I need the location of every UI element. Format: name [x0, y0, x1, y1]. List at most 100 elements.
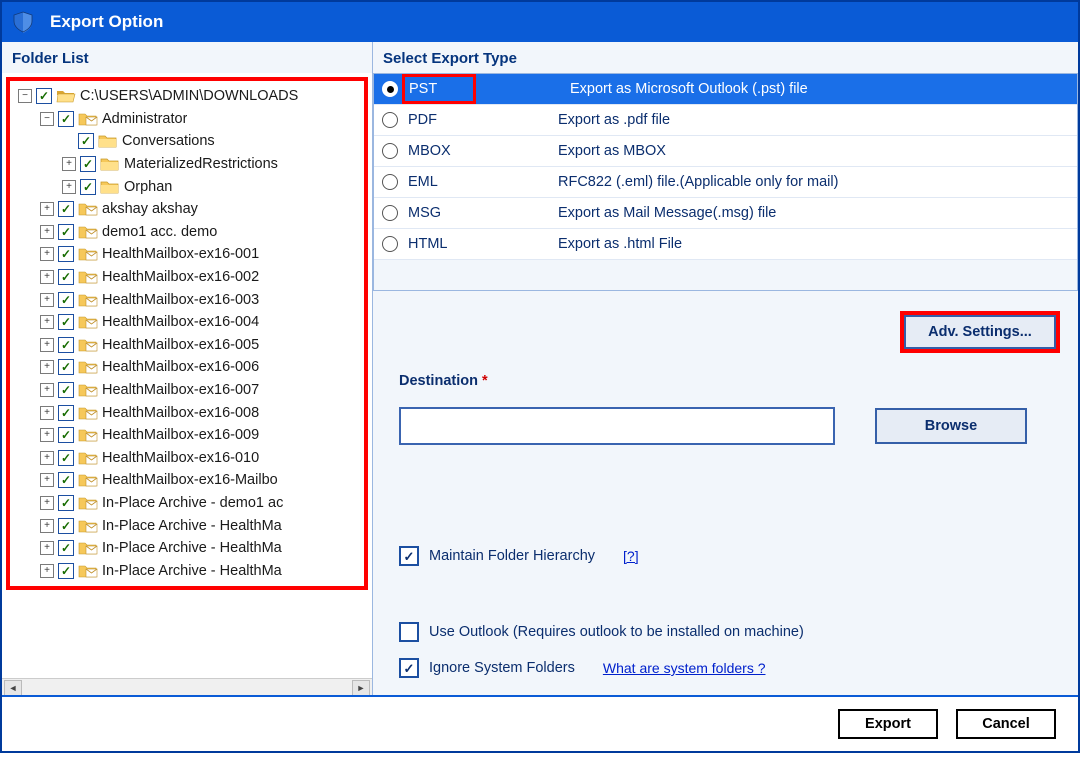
- expand-icon[interactable]: +: [40, 270, 54, 284]
- tree-item-checkbox[interactable]: [58, 246, 74, 262]
- expand-icon[interactable]: +: [40, 383, 54, 397]
- export-type-row-html[interactable]: HTMLExport as .html File: [374, 229, 1077, 260]
- expand-icon[interactable]: +: [40, 496, 54, 510]
- expand-icon[interactable]: +: [62, 180, 76, 194]
- tree-item-checkbox[interactable]: [58, 337, 74, 353]
- scroll-right-icon[interactable]: ►: [352, 680, 370, 696]
- export-type-radio[interactable]: [382, 174, 398, 190]
- export-type-row-eml[interactable]: EMLRFC822 (.eml) file.(Applicable only f…: [374, 167, 1077, 198]
- expand-icon[interactable]: +: [40, 519, 54, 533]
- expand-icon[interactable]: +: [40, 428, 54, 442]
- tree-item-checkbox[interactable]: [58, 472, 74, 488]
- tree-item[interactable]: + In-Place Archive - HealthMa: [12, 514, 362, 537]
- tree-item[interactable]: +MaterializedRestrictions: [12, 153, 362, 176]
- maintain-hierarchy-checkbox[interactable]: [399, 546, 419, 566]
- tree-item[interactable]: +HealthMailbox-ex16-005: [12, 334, 362, 357]
- tree-item-label: HealthMailbox-ex16-Mailbo: [102, 472, 278, 488]
- use-outlook-checkbox[interactable]: [399, 622, 419, 642]
- export-type-radio[interactable]: [382, 112, 398, 128]
- export-type-radio[interactable]: [382, 143, 398, 159]
- tree-item[interactable]: +HealthMailbox-ex16-008: [12, 401, 362, 424]
- tree-item[interactable]: +HealthMailbox-ex16-004: [12, 311, 362, 334]
- collapse-icon[interactable]: −: [40, 112, 54, 126]
- tree-connector: [62, 135, 74, 147]
- expand-icon[interactable]: +: [40, 541, 54, 555]
- tree-item-label: In-Place Archive - HealthMa: [102, 518, 282, 534]
- adv-settings-button[interactable]: Adv. Settings...: [904, 315, 1056, 349]
- tree-item[interactable]: +Orphan: [12, 175, 362, 198]
- expand-icon[interactable]: +: [40, 293, 54, 307]
- expand-icon[interactable]: +: [40, 451, 54, 465]
- export-type-row-pst[interactable]: PSTExport as Microsoft Outlook (.pst) fi…: [374, 74, 1077, 105]
- tree-item-checkbox[interactable]: [58, 518, 74, 534]
- mailbox-icon: [78, 540, 98, 556]
- tree-item[interactable]: −Administrator: [12, 108, 362, 131]
- ignore-system-checkbox[interactable]: [399, 658, 419, 678]
- expand-icon[interactable]: +: [40, 406, 54, 420]
- tree-item-label: akshay akshay: [102, 201, 198, 217]
- tree-item[interactable]: +In-Place Archive - HealthMa: [12, 537, 362, 560]
- tree-item[interactable]: +HealthMailbox-ex16-006: [12, 356, 362, 379]
- tree-item[interactable]: +In-Place Archive - HealthMa: [12, 559, 362, 582]
- export-type-row-mbox[interactable]: MBOXExport as MBOX: [374, 136, 1077, 167]
- export-type-row-msg[interactable]: MSGExport as Mail Message(.msg) file: [374, 198, 1077, 229]
- tree-item-checkbox[interactable]: [58, 292, 74, 308]
- tree-item-checkbox[interactable]: [78, 133, 94, 149]
- maintain-hierarchy-help-link[interactable]: [?]: [623, 548, 639, 564]
- tree-item-checkbox[interactable]: [58, 314, 74, 330]
- tree-item-checkbox[interactable]: [58, 495, 74, 511]
- expand-icon[interactable]: +: [40, 247, 54, 261]
- tree-item[interactable]: +HealthMailbox-ex16-009: [12, 424, 362, 447]
- expand-icon[interactable]: +: [40, 315, 54, 329]
- tree-item[interactable]: −C:\USERS\ADMIN\DOWNLOADS: [12, 85, 362, 108]
- collapse-icon[interactable]: −: [18, 89, 32, 103]
- system-folders-help-link[interactable]: What are system folders ?: [603, 660, 766, 676]
- folder-tree-scroll[interactable]: −C:\USERS\ADMIN\DOWNLOADS−AdministratorC…: [2, 73, 372, 678]
- cancel-button[interactable]: Cancel: [956, 709, 1056, 739]
- tree-item-checkbox[interactable]: [58, 111, 74, 127]
- tree-item[interactable]: +HealthMailbox-ex16-003: [12, 288, 362, 311]
- tree-item[interactable]: +HealthMailbox-ex16-007: [12, 379, 362, 402]
- expand-icon[interactable]: +: [40, 473, 54, 487]
- tree-item[interactable]: +HealthMailbox-ex16-010: [12, 447, 362, 470]
- scroll-left-icon[interactable]: ◄: [4, 680, 22, 696]
- tree-item-checkbox[interactable]: [58, 359, 74, 375]
- tree-item[interactable]: + akshay akshay: [12, 198, 362, 221]
- export-type-radio[interactable]: [382, 205, 398, 221]
- tree-item-checkbox[interactable]: [80, 156, 96, 172]
- expand-icon[interactable]: +: [40, 225, 54, 239]
- export-type-radio[interactable]: [382, 81, 398, 97]
- tree-item-checkbox[interactable]: [58, 405, 74, 421]
- expand-icon[interactable]: +: [40, 564, 54, 578]
- maintain-hierarchy-row: Maintain Folder Hierarchy [?]: [399, 541, 1060, 571]
- expand-icon[interactable]: +: [40, 202, 54, 216]
- tree-item[interactable]: +HealthMailbox-ex16-001: [12, 243, 362, 266]
- export-options: Maintain Folder Hierarchy [?] Use Outloo…: [399, 541, 1060, 683]
- expand-icon[interactable]: +: [62, 157, 76, 171]
- expand-icon[interactable]: +: [40, 360, 54, 374]
- browse-button[interactable]: Browse: [875, 408, 1027, 444]
- tree-item-checkbox[interactable]: [36, 88, 52, 104]
- tree-item[interactable]: +HealthMailbox-ex16-002: [12, 266, 362, 289]
- expand-icon[interactable]: +: [40, 338, 54, 352]
- destination-label: Destination *: [399, 373, 1060, 389]
- tree-item-checkbox[interactable]: [58, 427, 74, 443]
- export-type-title: Select Export Type: [373, 42, 1078, 73]
- tree-item-checkbox[interactable]: [58, 563, 74, 579]
- tree-item[interactable]: + HealthMailbox-ex16-Mailbo: [12, 469, 362, 492]
- ignore-system-label: Ignore System Folders: [429, 660, 575, 676]
- tree-item-checkbox[interactable]: [58, 269, 74, 285]
- tree-item-checkbox[interactable]: [58, 540, 74, 556]
- destination-input[interactable]: [399, 407, 835, 445]
- tree-item-checkbox[interactable]: [58, 382, 74, 398]
- tree-item[interactable]: +In-Place Archive - demo1 ac: [12, 492, 362, 515]
- tree-item-checkbox[interactable]: [58, 450, 74, 466]
- export-button[interactable]: Export: [838, 709, 938, 739]
- export-type-row-pdf[interactable]: PDFExport as .pdf file: [374, 105, 1077, 136]
- tree-item-checkbox[interactable]: [58, 201, 74, 217]
- export-type-radio[interactable]: [382, 236, 398, 252]
- tree-item-checkbox[interactable]: [58, 224, 74, 240]
- tree-item-checkbox[interactable]: [80, 179, 96, 195]
- tree-item[interactable]: Conversations: [12, 130, 362, 153]
- tree-item[interactable]: +demo1 acc. demo: [12, 221, 362, 244]
